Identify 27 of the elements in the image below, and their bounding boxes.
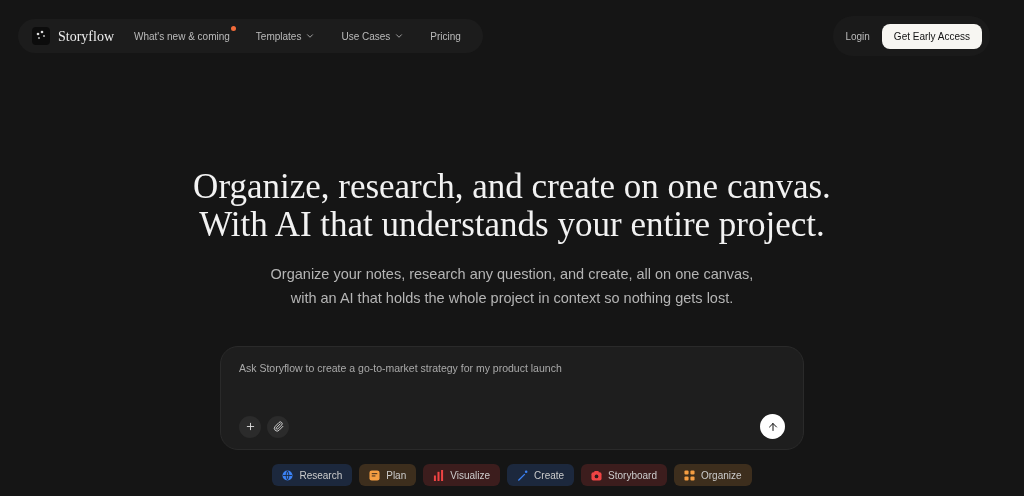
subtitle: Organize your notes, research any question, and create, all on one canvas, [270, 265, 754, 284]
plus-icon [244, 421, 256, 432]
nav-link[interactable]: Templates [255, 24, 322, 48]
nav-link[interactable]: Pricing [430, 24, 467, 48]
action-chip[interactable]: Visualize [423, 464, 501, 486]
subtitle: with an AI that holds the whole project in context so nothing gets lost. [290, 289, 734, 308]
logo-icon [32, 27, 50, 45]
action-chip[interactable]: Research [272, 464, 353, 486]
add-button[interactable] [239, 415, 261, 438]
brand-name: Storyflow [58, 27, 114, 46]
chevron-down-icon [394, 31, 405, 41]
action-chip[interactable]: Storyboard [581, 464, 667, 486]
action-chip[interactable]: Create [507, 464, 575, 486]
nav-link[interactable]: Use Cases [341, 24, 411, 48]
nav-link[interactable]: What's new & coming [134, 24, 236, 48]
chevron-down-icon [305, 31, 316, 41]
headline: Organize, research, and create on one canvas. [193, 168, 831, 206]
action-chip[interactable]: Organize [674, 464, 752, 486]
paperclip-icon [272, 421, 284, 432]
attach-button[interactable] [267, 415, 289, 438]
headline: With AI that understands your entire project. [199, 206, 825, 244]
login-link[interactable]: Login [841, 28, 870, 44]
arrow-up-icon [766, 420, 779, 433]
action-chip[interactable]: Plan [359, 464, 417, 486]
prompt-input[interactable]: Ask Storyflow to create a go-to-market strategy for my product launch [239, 361, 785, 377]
get-early-access-button[interactable]: Get Early Access [881, 23, 982, 49]
send-button[interactable] [760, 414, 785, 439]
